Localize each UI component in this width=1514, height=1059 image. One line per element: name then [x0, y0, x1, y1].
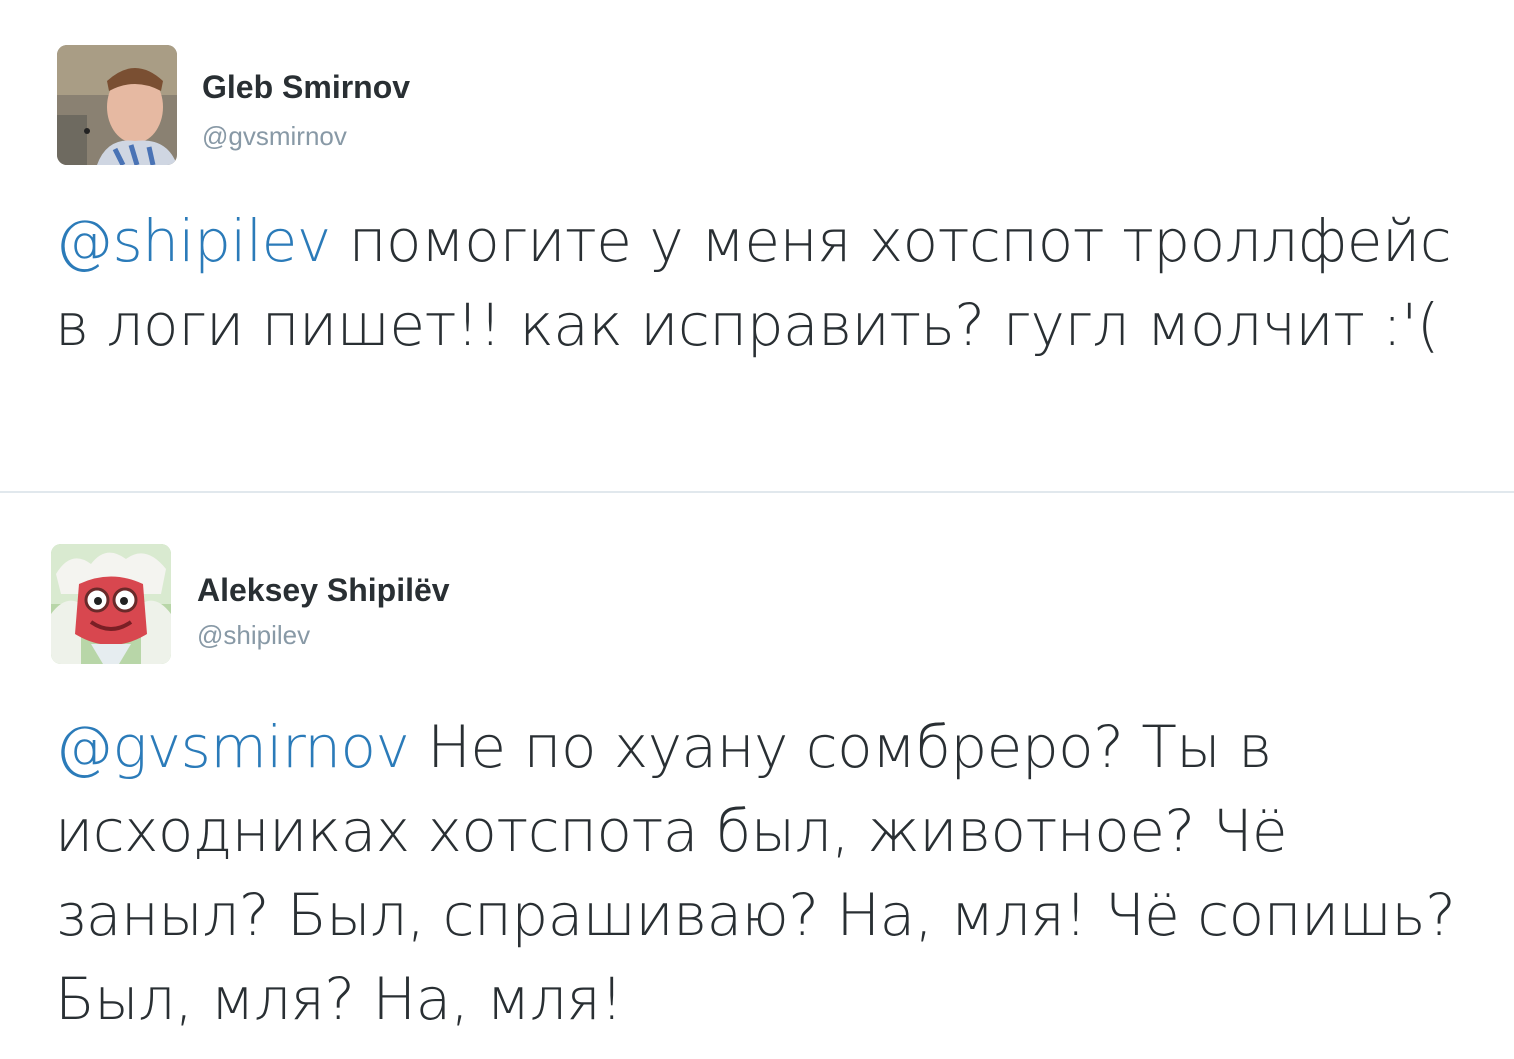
- mention-link[interactable]: @shipilev: [55, 207, 331, 275]
- mention-link[interactable]: @gvsmirnov: [55, 713, 410, 781]
- author-name[interactable]: Aleksey Shipilёv: [197, 571, 450, 609]
- avatar-cartoon-icon: [51, 544, 171, 664]
- tweet-text: @shipilev помогите у меня хотспот троллф…: [55, 199, 1475, 367]
- avatar[interactable]: [57, 45, 177, 165]
- tweet-text: @gvsmirnov Не по хуану сомбреро? Ты в ис…: [55, 705, 1475, 1041]
- author-name[interactable]: Gleb Smirnov: [202, 68, 410, 106]
- avatar-photo-icon: [57, 45, 177, 165]
- author-handle[interactable]: @shipilev: [197, 620, 310, 650]
- tweet: Aleksey Shipilёv @shipilev @gvsmirnov Не…: [0, 493, 1514, 1059]
- author-handle[interactable]: @gvsmirnov: [202, 121, 347, 151]
- tweet: Gleb Smirnov @gvsmirnov @shipilev помоги…: [0, 0, 1514, 492]
- avatar[interactable]: [51, 544, 171, 664]
